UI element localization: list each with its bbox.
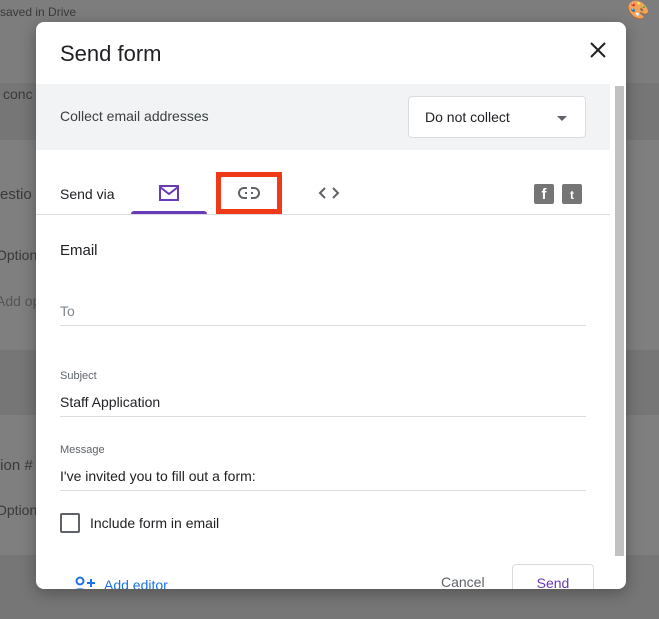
add-person-icon bbox=[75, 576, 95, 589]
bg-text: Option bbox=[0, 247, 38, 263]
cancel-button[interactable]: Cancel bbox=[441, 574, 485, 589]
message-field[interactable]: Message I've invited you to fill out a f… bbox=[60, 444, 586, 491]
facebook-icon[interactable]: f bbox=[534, 184, 554, 204]
bg-text: Add op bbox=[0, 293, 41, 309]
subject-label: Subject bbox=[60, 370, 97, 382]
add-editor-label: Add editor bbox=[104, 577, 168, 589]
dialog-title: Send form bbox=[60, 41, 162, 66]
close-icon[interactable] bbox=[586, 38, 610, 62]
to-field[interactable]: To bbox=[60, 303, 586, 326]
bg-text: tion # bbox=[0, 457, 33, 474]
include-form-checkbox[interactable] bbox=[60, 513, 80, 533]
caret-down-icon bbox=[557, 116, 567, 121]
bg-text: Option bbox=[0, 502, 38, 518]
send-button[interactable]: Send bbox=[512, 564, 594, 589]
embed-code-icon bbox=[318, 187, 340, 199]
collect-email-label: Collect email addresses bbox=[60, 108, 209, 124]
twitter-icon[interactable]: t bbox=[562, 184, 582, 204]
to-placeholder: To bbox=[60, 303, 75, 319]
link-tab-highlight bbox=[216, 172, 282, 214]
bg-text: conc bbox=[3, 86, 33, 102]
add-editor-button[interactable]: Add editor bbox=[72, 576, 168, 589]
bg-text: estio bbox=[0, 186, 32, 203]
send-form-dialog: Send form Collect email addresses Do not… bbox=[36, 22, 626, 589]
email-icon bbox=[159, 185, 179, 201]
collect-email-select[interactable]: Do not collect bbox=[408, 96, 586, 138]
palette-icon: 🎨 bbox=[627, 0, 650, 20]
bg-saved-text: saved in Drive bbox=[0, 5, 77, 19]
include-form-label: Include form in email bbox=[90, 515, 220, 531]
select-value: Do not collect bbox=[425, 109, 510, 125]
send-via-label: Send via bbox=[60, 186, 115, 202]
tab-embed[interactable] bbox=[298, 172, 360, 214]
message-label: Message bbox=[60, 444, 105, 456]
message-value: I've invited you to fill out a form: bbox=[60, 468, 256, 484]
subject-value: Staff Application bbox=[60, 394, 161, 410]
tab-divider bbox=[36, 214, 610, 215]
collect-email-row: Collect email addresses Do not collect bbox=[36, 84, 610, 150]
subject-field[interactable]: Subject Staff Application bbox=[60, 370, 586, 417]
email-section-title: Email bbox=[60, 242, 98, 259]
tab-email[interactable] bbox=[131, 172, 207, 214]
scrollbar[interactable] bbox=[615, 86, 624, 556]
